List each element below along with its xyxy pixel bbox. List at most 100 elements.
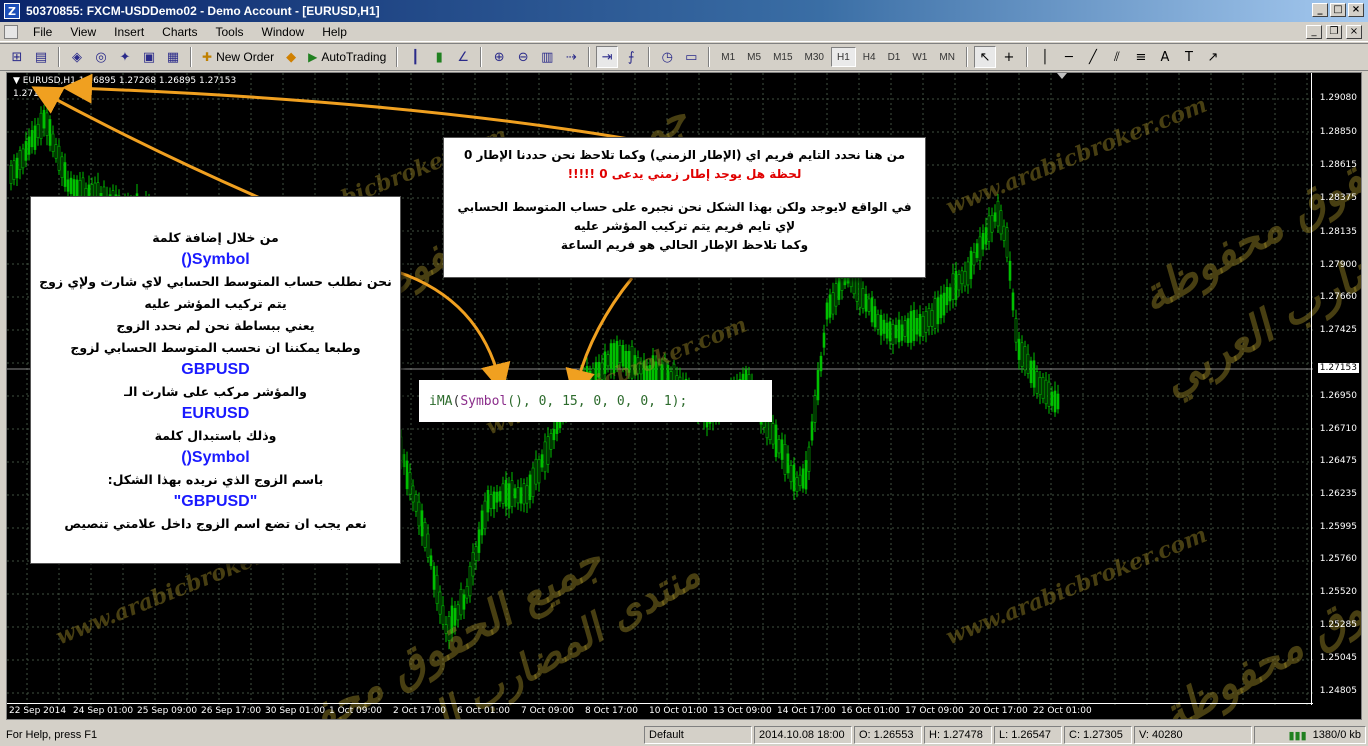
- label-icon[interactable]: T: [1178, 46, 1200, 68]
- candle-body: [993, 212, 997, 222]
- status-profile[interactable]: Default: [644, 726, 752, 744]
- candle-body: [828, 294, 832, 318]
- candle-body: [429, 555, 433, 567]
- timeframe-h1[interactable]: H1: [830, 47, 856, 67]
- document-icon[interactable]: [4, 24, 18, 39]
- candle-body: [1032, 360, 1036, 388]
- arrows-icon[interactable]: ↗: [1202, 46, 1224, 68]
- templates-icon[interactable]: ▭: [680, 46, 702, 68]
- market-watch-icon[interactable]: ◈: [66, 46, 88, 68]
- zoom-out-icon[interactable]: ⊖: [512, 46, 534, 68]
- price-label: 1.28850: [1319, 127, 1357, 137]
- indicators-icon[interactable]: ⨍: [620, 46, 642, 68]
- menu-tools[interactable]: Tools: [207, 25, 253, 39]
- candle-body: [819, 355, 823, 372]
- candlestick-icon[interactable]: ▮: [428, 46, 450, 68]
- timeframe-m15[interactable]: M15: [768, 47, 797, 67]
- candle-body: [984, 227, 988, 245]
- child-restore-button[interactable]: ❐: [1326, 25, 1342, 39]
- candle-body: [510, 480, 514, 507]
- timeframe-m5[interactable]: M5: [742, 47, 766, 67]
- candle-body: [486, 489, 490, 513]
- navigator-icon[interactable]: ✦: [114, 46, 136, 68]
- time-label: 20 Oct 17:00: [969, 706, 1028, 716]
- chart-shift-icon[interactable]: ⇥: [596, 46, 619, 68]
- bar-chart-icon[interactable]: ┃: [404, 46, 426, 68]
- candle-body: [426, 533, 430, 558]
- candle-body: [456, 604, 460, 621]
- candle-body: [822, 332, 826, 348]
- profiles-icon[interactable]: ▤: [30, 46, 52, 68]
- candle-body: [402, 454, 406, 468]
- candle-body: [831, 292, 835, 315]
- callout-text: في الواقع لايوجد ولكن بهذا الشكل نحن نجب…: [457, 200, 912, 214]
- data-window-icon[interactable]: ◎: [90, 46, 112, 68]
- candle-body: [1008, 260, 1012, 281]
- timeframe-m30[interactable]: M30: [800, 47, 829, 67]
- menu-view[interactable]: View: [61, 25, 105, 39]
- child-minimize-button[interactable]: _: [1306, 25, 1322, 39]
- trendline-icon[interactable]: ╱: [1082, 46, 1104, 68]
- time-label: 8 Oct 17:00: [585, 706, 638, 716]
- candle-body: [417, 501, 421, 527]
- timeframe-m1[interactable]: M1: [716, 47, 740, 67]
- candle-body: [930, 310, 934, 327]
- callout-text: وطبعا يمكننا ان نحسب المتوسط الحسابي لزو…: [70, 340, 361, 355]
- candle-body: [1014, 318, 1018, 343]
- candle-body: [516, 487, 520, 504]
- new-chart-icon[interactable]: ⊞: [6, 46, 28, 68]
- candle-body: [876, 314, 880, 330]
- text-icon[interactable]: A: [1154, 46, 1176, 68]
- callout-text: يعني ببساطة نحن لم نحدد الزوج: [116, 318, 315, 333]
- candle-body: [477, 529, 481, 553]
- maximize-button[interactable]: □: [1330, 3, 1346, 17]
- candle-body: [1023, 346, 1027, 371]
- channel-icon[interactable]: ⫽: [1106, 46, 1128, 68]
- fibonacci-icon[interactable]: ≡: [1130, 46, 1152, 68]
- autotrading-button[interactable]: ▶ AutoTrading: [304, 46, 390, 68]
- new-order-button[interactable]: ✚ New Order: [198, 46, 278, 68]
- candle-body: [552, 429, 556, 441]
- timeframe-mn[interactable]: MN: [934, 47, 960, 67]
- tile-windows-icon[interactable]: ▥: [536, 46, 558, 68]
- close-button[interactable]: ×: [1348, 3, 1364, 17]
- candle-body: [882, 319, 886, 334]
- candle-body: [816, 370, 820, 401]
- auto-scroll-icon[interactable]: ⇢: [560, 46, 582, 68]
- price-axis: 1.29080 1.28850 1.28615 1.28375 1.28135 1.279…: [1311, 73, 1361, 705]
- callout-text: وذلك باستبدال كلمة: [154, 428, 277, 443]
- candle-body: [915, 317, 919, 335]
- time-label: 6 Oct 01:00: [457, 706, 510, 716]
- timeframe-h4[interactable]: H4: [858, 47, 881, 67]
- horizontal-line-icon[interactable]: ─: [1058, 46, 1080, 68]
- menu-file[interactable]: File: [24, 25, 61, 39]
- cursor-icon[interactable]: ↖: [973, 46, 996, 68]
- metaeditor-icon[interactable]: ◆: [280, 46, 302, 68]
- callout-text: لإي تايم فريم يتم تركيب المؤشر عليه: [573, 219, 796, 233]
- candle-body: [489, 494, 493, 510]
- zoom-in-icon[interactable]: ⊕: [488, 46, 510, 68]
- periods-icon[interactable]: ◷: [656, 46, 678, 68]
- strategy-tester-icon[interactable]: ▦: [162, 46, 184, 68]
- candle-body: [600, 362, 604, 380]
- candle-body: [918, 313, 922, 337]
- menu-charts[interactable]: Charts: [153, 25, 206, 39]
- line-chart-icon[interactable]: ∠: [452, 46, 474, 68]
- candle-body: [894, 324, 898, 339]
- candle-body: [615, 341, 619, 368]
- menu-help[interactable]: Help: [313, 25, 356, 39]
- menu-insert[interactable]: Insert: [105, 25, 153, 39]
- timeframe-d1[interactable]: D1: [883, 47, 906, 67]
- status-low: L: 1.26547: [994, 726, 1062, 744]
- candle-body: [504, 479, 508, 507]
- menu-window[interactable]: Window: [253, 25, 314, 39]
- vertical-line-icon[interactable]: │: [1034, 46, 1056, 68]
- crosshair-icon[interactable]: +: [998, 46, 1020, 68]
- timeframe-w1[interactable]: W1: [907, 47, 932, 67]
- minimize-button[interactable]: _: [1312, 3, 1328, 17]
- child-close-button[interactable]: ×: [1346, 25, 1362, 39]
- candle-body: [441, 605, 445, 625]
- time-label: 26 Sep 17:00: [201, 706, 262, 716]
- terminal-icon[interactable]: ▣: [138, 46, 160, 68]
- callout-keyword: EURUSD: [181, 405, 250, 422]
